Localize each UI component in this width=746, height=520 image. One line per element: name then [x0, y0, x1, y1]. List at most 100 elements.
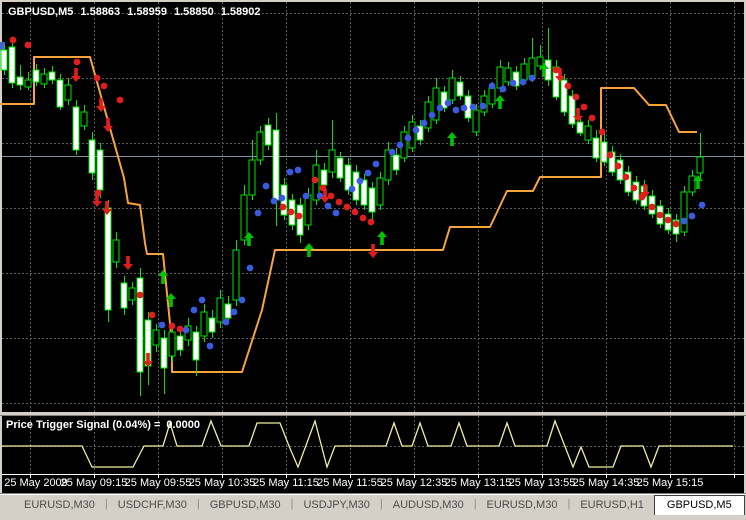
red-dot [565, 83, 572, 90]
chart-tab-gbpusd-m5[interactable]: GBPUSD,M5 [654, 495, 745, 515]
time-axis-label: 25 May 12:35 [381, 477, 448, 489]
blue-dot [365, 170, 372, 177]
blue-dot [453, 107, 460, 114]
blue-dot [247, 265, 254, 272]
chart-tab-bar: EURUSD,M30|USDCHF,M30|GBPUSD,M30|USDJPY,… [0, 493, 746, 520]
red-dot [10, 37, 17, 44]
candle-body [497, 67, 503, 88]
blue-dot [529, 75, 536, 82]
candle-body [393, 155, 399, 170]
blue-dot [223, 319, 230, 326]
chart-tab-eurusd-h1[interactable]: EURUSD,H1 [570, 496, 654, 513]
time-axis-label: 25 May 11:55 [317, 477, 383, 489]
time-axis-label: 25 May 10:35 [189, 477, 256, 489]
candle-body [81, 112, 87, 126]
candle-body [601, 142, 607, 162]
blue-dot [239, 297, 246, 304]
red-dot [137, 292, 144, 299]
candle-body [129, 288, 135, 300]
time-axis[interactable]: 25 May 200925 May 09:1525 May 09:5525 Ma… [0, 477, 746, 493]
blue-dot [689, 213, 696, 220]
candle-body [409, 122, 415, 148]
candle-body [193, 332, 199, 360]
blue-dot [389, 149, 396, 156]
chart-tab-audusd-m30[interactable]: AUDUSD,M30 [383, 496, 474, 513]
candle-body [321, 170, 327, 185]
candle-body [521, 64, 527, 80]
blue-dot [480, 103, 487, 110]
candle-body [1, 50, 7, 70]
red-dot [657, 212, 664, 219]
time-axis-label: 25 May 13:55 [509, 477, 576, 489]
blue-dot [699, 202, 706, 209]
candle-body [273, 130, 279, 200]
candle-body [177, 336, 183, 350]
candle-body [41, 74, 47, 84]
red-dot [74, 59, 81, 66]
time-axis-label: 25 May 11:15 [253, 477, 319, 489]
blue-dot [199, 297, 206, 304]
candle-body [153, 330, 159, 345]
candle-body [369, 188, 375, 212]
candle-body [25, 80, 31, 87]
red-dot [25, 42, 32, 49]
candle-body [337, 158, 343, 178]
blue-dot [287, 169, 294, 176]
chart-tab-eurusd-m30[interactable]: EURUSD,M30 [477, 496, 568, 513]
candle-body [249, 160, 255, 195]
blue-dot [429, 112, 436, 119]
blue-dot [461, 105, 468, 112]
candle-body [209, 318, 215, 332]
blue-dot [500, 86, 507, 93]
blue-dot [470, 104, 477, 111]
indicator-value: 0.0000 [166, 419, 200, 431]
candle-body [537, 57, 543, 66]
red-dot [649, 204, 656, 211]
chart-tab-eurusd-m30[interactable]: EURUSD,M30 [14, 496, 105, 513]
blue-dot [349, 186, 356, 193]
candle-body [241, 195, 247, 240]
candle-body [577, 122, 583, 133]
red-dot [607, 152, 614, 159]
candle-body [201, 312, 207, 336]
candle-body [569, 96, 575, 124]
candle-body [305, 195, 311, 225]
blue-dot [489, 83, 496, 90]
blue-dot [413, 127, 420, 134]
candle-body [449, 78, 455, 100]
mt4-chart-window: GBPUSD,M51.588631.589591.588501.58902 Pr… [0, 0, 746, 520]
candle-body [121, 283, 127, 308]
candle-body [113, 240, 119, 262]
blue-dot [231, 309, 238, 316]
red-dot [581, 104, 588, 111]
candle-body [265, 125, 271, 145]
time-axis-label: 25 May 15:15 [637, 477, 704, 489]
candle-body [489, 88, 495, 104]
red-dot [599, 129, 606, 136]
candle-body [585, 126, 591, 140]
blue-dot [183, 327, 190, 334]
chart-tab-gbpusd-m30[interactable]: GBPUSD,M30 [200, 496, 291, 513]
red-dot [296, 213, 303, 220]
candle-body [17, 77, 23, 85]
chart-tab-usdchf-m30[interactable]: USDCHF,M30 [108, 496, 197, 513]
chart-tab-usdjpy-m30[interactable]: USDJPY,M30 [293, 496, 379, 513]
blue-dot [373, 161, 380, 168]
candle-body [233, 250, 239, 300]
blue-dot [207, 343, 214, 350]
quote-open: 1.58863 [80, 6, 120, 18]
red-dot [344, 204, 351, 211]
time-axis-label: 25 May 13:15 [445, 477, 512, 489]
candle-body [505, 68, 511, 82]
indicator-title: Price Trigger Signal (0.04%) = [6, 419, 160, 431]
blue-dot [271, 198, 278, 205]
candle-body [681, 192, 687, 232]
blue-dot [437, 105, 444, 112]
blue-dot [263, 183, 270, 190]
red-dot [615, 163, 622, 170]
red-dot [312, 177, 319, 184]
time-axis-label: 25 May 14:35 [573, 477, 640, 489]
symbol-period-label: GBPUSD,M5 [8, 6, 73, 18]
candle-body [217, 298, 223, 322]
red-dot [177, 326, 184, 333]
